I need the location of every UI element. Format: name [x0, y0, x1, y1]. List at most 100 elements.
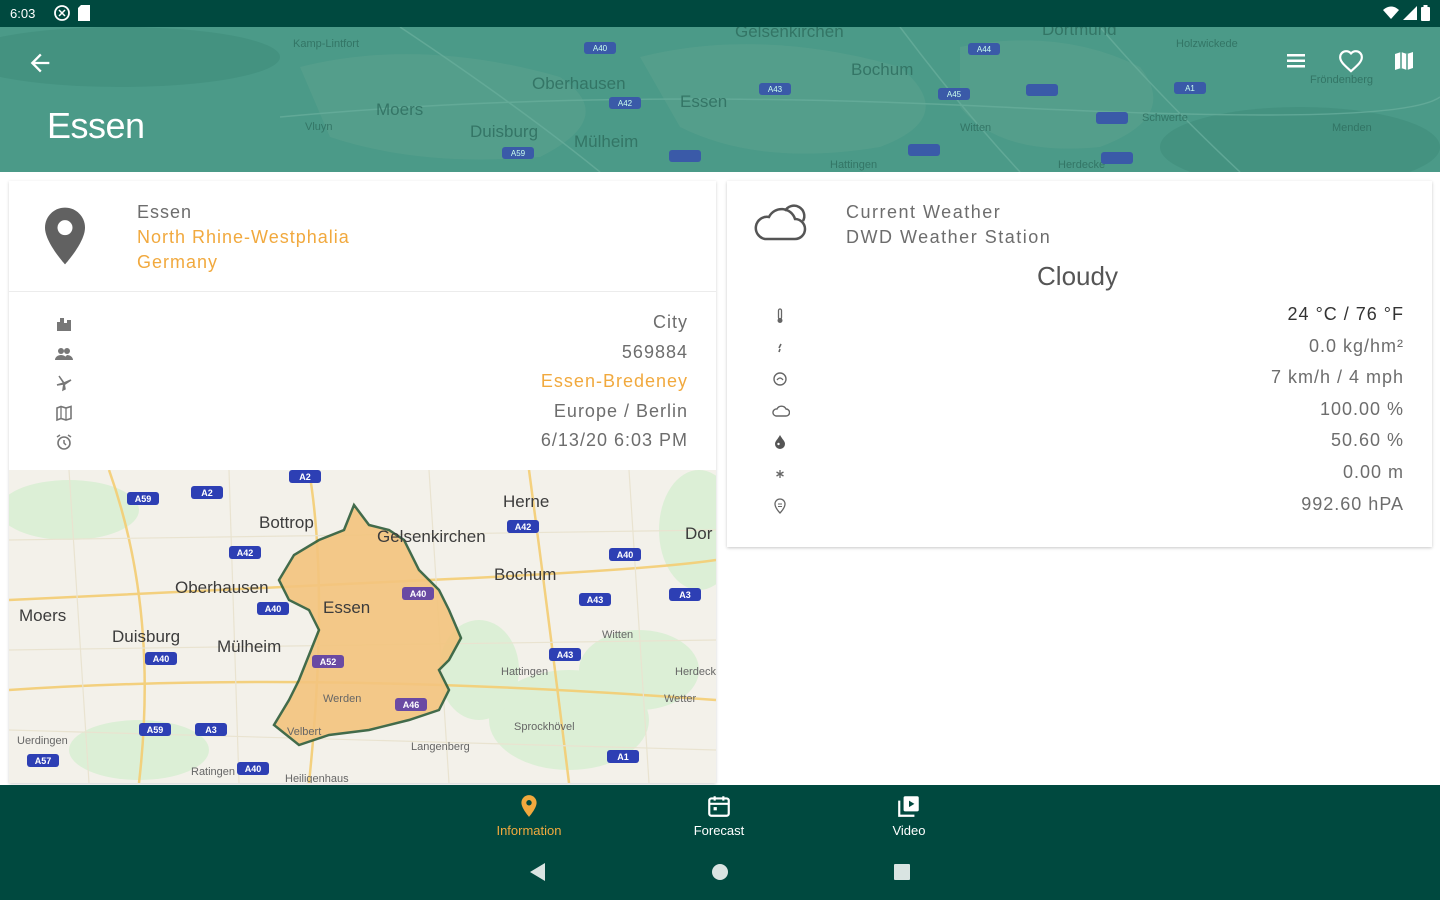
weather-row-rain: 0.0 kg/hm² [727, 333, 1432, 365]
map-label: Herne [503, 492, 549, 511]
location-pin-icon [45, 207, 85, 270]
nav-label-forecast: Forecast [693, 823, 745, 838]
map-label: Duisburg [112, 627, 180, 646]
map-road-badge: A2 [201, 488, 213, 498]
weather-row-humidity: 50.60 % [727, 427, 1432, 459]
header-map-label: Herdecke [1058, 159, 1105, 171]
info-row-time: 6/13/20 6:03 PM [9, 427, 716, 457]
rain-icon [772, 340, 788, 356]
app-header: Kamp-Lintfort Oberhausen Moers Duisburg … [0, 27, 1440, 172]
humidity-icon [772, 434, 788, 450]
nav-tab-video[interactable]: Video [849, 793, 969, 838]
map-label: Essen [323, 598, 370, 617]
map-road-badge: A57 [35, 756, 52, 766]
weather-value-snow: 0.00 m [1342, 461, 1404, 482]
map-road-badge: A40 [617, 550, 634, 560]
cloud-icon [772, 403, 791, 419]
map-road-badge: A1 [617, 752, 629, 762]
weather-value-clouds: 100.00 % [1319, 398, 1404, 419]
map-road-badge: A40 [153, 654, 170, 664]
system-home-icon[interactable] [711, 862, 729, 887]
map-label: Hattingen [501, 666, 548, 678]
map-label: Moers [19, 606, 66, 625]
page-title: Essen [47, 105, 145, 146]
weather-condition: Cloudy [1037, 261, 1118, 291]
map-road-badge: A3 [205, 725, 217, 735]
header-map-background: Kamp-Lintfort Oberhausen Moers Duisburg … [0, 27, 1440, 172]
header-map-label: Duisburg [470, 122, 538, 141]
map-road-badge: A3 [679, 590, 691, 600]
header-road-badge: A40 [593, 44, 608, 53]
thermometer-icon [772, 308, 788, 324]
map-label: Heiligenhaus [285, 773, 349, 783]
weather-value-wind: 7 km/h / 4 mph [1270, 367, 1404, 388]
map-label: Dor [685, 524, 713, 543]
location-country[interactable]: Germany [137, 250, 350, 275]
signal-icon [1403, 5, 1417, 24]
location-city: Essen [137, 202, 193, 222]
status-bar: 6:03 [0, 0, 1440, 27]
list-icon[interactable] [1284, 49, 1312, 77]
weather-title: Current Weather [846, 202, 1002, 222]
header-map-label: Bochum [851, 60, 913, 79]
header-map-label: Hattingen [830, 159, 877, 171]
weather-value-pressure: 992.60 hPA [1301, 493, 1404, 514]
map-road-badge: A43 [587, 595, 604, 605]
weather-row-snow: 0.00 m [727, 459, 1432, 491]
header-road-badge: A1 [1185, 84, 1195, 93]
weather-station: DWD Weather Station [846, 227, 1052, 247]
sim-icon [78, 5, 90, 24]
vpn-icon [54, 5, 70, 24]
status-time: 6:03 [10, 6, 36, 21]
location-pin-icon [516, 793, 542, 819]
map-label: Bochum [494, 565, 556, 584]
map-road-badge: A52 [320, 657, 337, 667]
info-value-station[interactable]: Essen-Bredeney [541, 371, 688, 392]
back-arrow-icon[interactable] [26, 49, 54, 77]
system-back-icon[interactable] [528, 862, 546, 887]
nav-tab-information[interactable]: Information [469, 793, 589, 838]
nav-tab-forecast[interactable]: Forecast [659, 793, 779, 838]
info-row-type: City [9, 309, 716, 339]
map-icon [55, 404, 73, 422]
map-label: Gelsenkirchen [377, 527, 486, 546]
alarm-icon [55, 433, 73, 451]
heart-icon[interactable] [1338, 49, 1366, 77]
header-road-badge: A59 [511, 149, 526, 158]
snow-icon [772, 466, 788, 482]
map-road-badge: A59 [147, 725, 164, 735]
city-map[interactable]: Bottrop Gelsenkirchen Herne Oberhausen E… [9, 470, 716, 783]
header-map-label: Dortmund [1042, 27, 1117, 39]
calendar-icon [706, 793, 732, 819]
weather-row-clouds: 100.00 % [727, 396, 1432, 428]
location-state[interactable]: North Rhine-Westphalia [137, 225, 350, 250]
battery-icon [1421, 5, 1430, 24]
header-map-label: Witten [960, 122, 991, 134]
header-map-label: Oberhausen [532, 74, 626, 93]
map-icon[interactable] [1392, 49, 1420, 77]
map-label: Bottrop [259, 513, 314, 532]
info-row-station[interactable]: Essen-Bredeney [9, 368, 716, 398]
header-map-label: Schwerte [1142, 112, 1188, 124]
info-value-time: 6/13/20 6:03 PM [540, 430, 688, 450]
system-recents-icon[interactable] [893, 862, 911, 887]
map-label: Ratingen [191, 766, 235, 778]
nav-label-video: Video [892, 823, 926, 838]
weather-card: Current Weather DWD Weather Station Clou… [727, 181, 1432, 547]
nav-label-information: Information [496, 823, 562, 838]
map-label: Langenberg [411, 741, 470, 753]
map-label: Wetter [664, 693, 697, 705]
cloudy-icon [751, 203, 807, 248]
header-road-badge: A42 [618, 99, 633, 108]
city-map-graphic: Bottrop Gelsenkirchen Herne Oberhausen E… [9, 470, 716, 783]
header-map-label: Moers [376, 100, 423, 119]
weather-row-temperature: 24 °C / 76 °F [727, 301, 1432, 333]
weather-value-humidity: 50.60 % [1330, 430, 1404, 451]
header-road-badge: A44 [977, 45, 992, 54]
map-road-badge: A2 [299, 472, 311, 482]
windmill-icon [55, 374, 73, 392]
people-icon [55, 345, 73, 363]
map-label: Velbert [287, 726, 321, 738]
map-road-badge: A43 [557, 650, 574, 660]
video-library-icon [896, 793, 922, 819]
